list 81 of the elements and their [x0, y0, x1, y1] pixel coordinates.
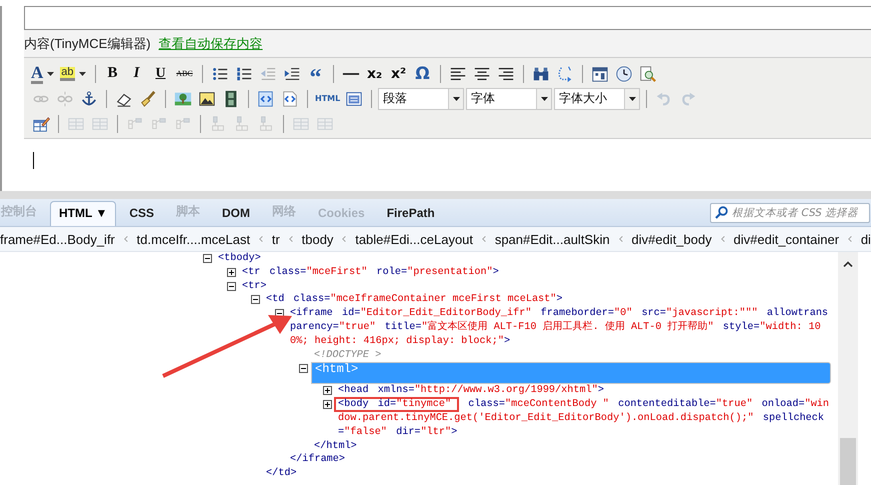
highlight-box: <body id="tinymce" — [334, 397, 460, 412]
breadcrumb-link[interactable]: table#Edi...ceLayout — [355, 232, 474, 246]
strikethrough-button[interactable]: ABC — [174, 64, 195, 84]
collapse-icon[interactable] — [203, 254, 212, 263]
html-source-button[interactable]: HTML — [315, 88, 340, 108]
expand-icon[interactable] — [323, 386, 332, 396]
image-icon[interactable] — [198, 90, 216, 108]
caret-icon — [78, 72, 86, 76]
landscape-picture-icon[interactable] — [174, 90, 192, 108]
chevron-icon — [618, 235, 622, 243]
bold-button[interactable]: B — [102, 64, 123, 84]
script-button[interactable]: x₂ — [364, 64, 385, 84]
panel-tab[interactable]: HTML ▼ — [50, 201, 116, 226]
autosave-link[interactable]: 查看自动保存内容 — [158, 34, 263, 52]
chevron-icon — [848, 235, 852, 243]
breadcrumb-link[interactable]: div#edit_body — [632, 232, 712, 246]
search-field[interactable]: 根据文本或者 CSS 选择器 — [710, 202, 870, 222]
caret-icon — [452, 96, 460, 100]
replace-icon[interactable] — [556, 64, 574, 82]
html-element-line[interactable]: <tr class="mceFirst" role="presentation"> — [242, 266, 832, 280]
panel-tab[interactable]: CSS — [120, 201, 164, 226]
binoculars-icon[interactable] — [532, 64, 550, 82]
scrollbar[interactable] — [838, 252, 858, 485]
italic-button[interactable]: I — [126, 64, 147, 84]
table-edit-icon[interactable] — [32, 114, 50, 132]
title-input-field[interactable] — [24, 6, 871, 30]
html-element-line[interactable]: <iframe id="Editor_Edit_EditorBody_ifr" frameborder="0" src="javascript:""" allowtransparency="true" title="富文本区使用 ALT-F10 启用工具栏. 使用 ALT-0 打开帮助" style="width: 100%; height: 416px; display: block;"> — [290, 307, 832, 349]
closing-tag: </iframe> — [290, 453, 832, 468]
blockquote-button[interactable]: “ — [306, 64, 326, 84]
content-label: 内容(TinyMCE编辑器) — [24, 34, 151, 52]
dropdown[interactable]: 段落 — [378, 88, 464, 110]
expand-icon[interactable] — [323, 400, 332, 410]
chevron-icon — [288, 235, 293, 243]
collapse-icon[interactable] — [251, 295, 260, 304]
expand-icon[interactable] — [227, 268, 236, 277]
chevron-icon — [720, 235, 725, 243]
script-button[interactable]: x² — [388, 64, 409, 84]
text-cursor — [33, 152, 34, 169]
doctype-line: <!DOCTYPE > — [314, 348, 382, 362]
special-character-button[interactable]: Ω — [412, 64, 433, 84]
breadcrumb-link[interactable]: span#Edit...aultSkin — [494, 232, 610, 246]
document-code-icon[interactable] — [281, 90, 299, 108]
brush-icon[interactable] — [139, 90, 157, 108]
breadcrumb-link[interactable]: di — [860, 232, 871, 246]
scrollbar-thumb[interactable] — [840, 438, 856, 485]
caret-icon — [628, 96, 636, 100]
chevron-icon — [259, 235, 263, 243]
html-element-line[interactable]: <td class="mceIframeContainer mceFirst mceLast"> — [266, 293, 832, 308]
anchor-icon[interactable] — [80, 90, 98, 108]
html-element-line[interactable]: <head xmlns="http://www.w3.org/1999/xhtml"> — [338, 384, 832, 398]
highlight-button[interactable]: ab — [60, 64, 88, 84]
numbered-list-icon[interactable] — [234, 64, 253, 82]
html-element-line[interactable]: <tr> — [242, 280, 832, 294]
panel-tab[interactable]: FirePath — [378, 201, 444, 226]
scroll-up-icon[interactable] — [843, 261, 853, 267]
breadcrumb-link[interactable]: tr — [272, 232, 280, 246]
dropdown[interactable]: 字体 — [466, 88, 552, 110]
window-icon[interactable] — [345, 90, 364, 108]
panel-tab[interactable]: DOM — [213, 201, 260, 226]
dropdown[interactable]: 字体大小 — [554, 88, 640, 110]
chevron-icon — [482, 235, 486, 243]
font-color-button[interactable]: A — [31, 64, 56, 84]
document-code-icon[interactable] — [257, 90, 275, 108]
chevron-icon — [342, 235, 346, 243]
closing-tag: </html> — [314, 440, 832, 454]
underline-button[interactable]: U — [150, 64, 171, 84]
caret-icon — [47, 72, 54, 76]
breadcrumb-link[interactable]: td.mceIfr....mceLast — [136, 232, 250, 246]
clock-icon[interactable] — [614, 64, 633, 82]
html-element-line[interactable]: <tbody> — [218, 252, 832, 266]
caret-icon — [540, 96, 548, 100]
collapse-icon[interactable] — [299, 364, 308, 374]
collapse-icon[interactable] — [227, 282, 236, 291]
search-icon — [715, 206, 728, 219]
closing-tag: </td> — [266, 467, 832, 481]
breadcrumb-link[interactable]: div#edit_container — [734, 232, 840, 246]
calendar-icon[interactable] — [590, 64, 609, 82]
chevron-icon — [124, 235, 128, 243]
breadcrumb-link[interactable]: frame#Ed...Body_ifr — [0, 232, 115, 246]
preview-icon[interactable] — [638, 64, 657, 82]
breadcrumb-link[interactable]: tbody — [302, 232, 334, 246]
